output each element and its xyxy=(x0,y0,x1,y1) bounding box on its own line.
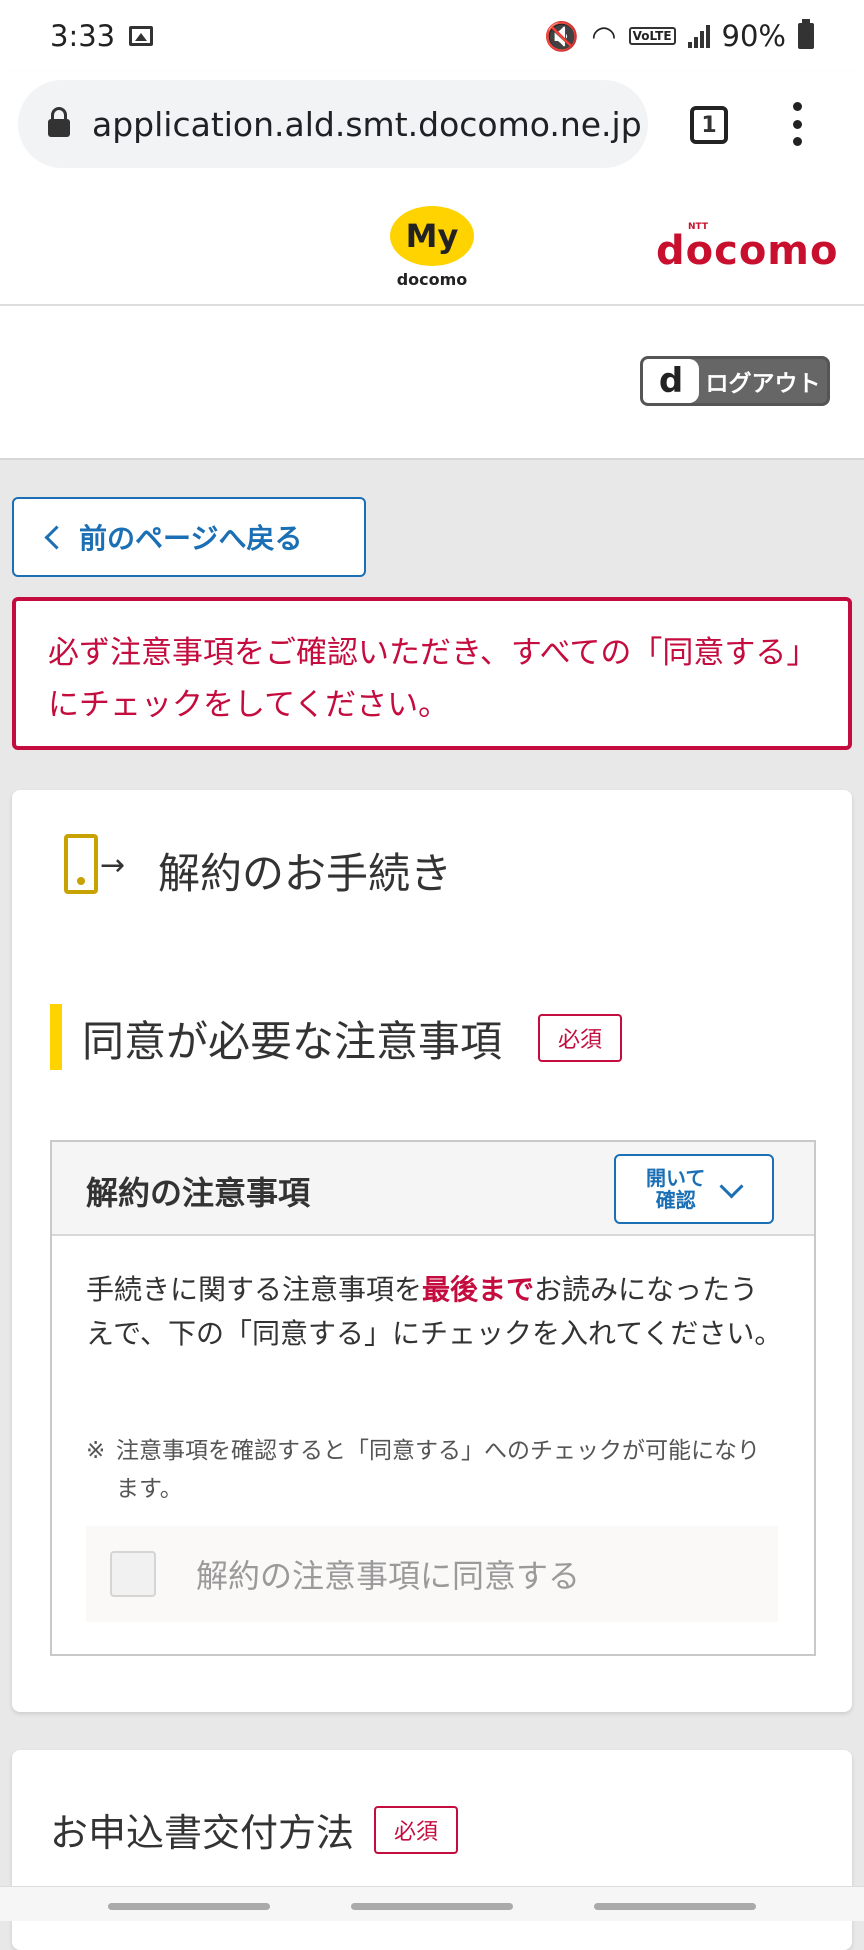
system-navigation-bar xyxy=(0,1886,864,1921)
wifi-icon: ◠ xyxy=(591,19,617,53)
notice-body-pre: 手続きに関する注意事項を xyxy=(86,1273,423,1306)
logout-label: ログアウト xyxy=(705,371,821,397)
battery-icon xyxy=(798,19,814,49)
chevron-down-icon xyxy=(719,1173,744,1199)
logout-button[interactable]: d ログアウト xyxy=(640,356,830,406)
note-text: 注意事項を確認すると「同意する」へのチェックが可能になります。 xyxy=(116,1438,760,1502)
docomo-text: docomo xyxy=(656,228,839,274)
status-left: 3:33 xyxy=(50,19,154,53)
status-bar: 3:33 🔇 ◠ VoLTE 90% xyxy=(0,0,864,72)
browser-menu-icon[interactable] xyxy=(792,102,802,146)
lock-icon xyxy=(48,107,70,137)
open-button-label: 開いて 確認 xyxy=(646,1167,705,1211)
my-logo-sub: docomo xyxy=(396,270,468,289)
notice-body: 手続きに関する注意事項を最後までお読みになったうえで、下の「同意する」にチェック… xyxy=(86,1268,786,1356)
status-right: 🔇 ◠ VoLTE 90% xyxy=(544,19,814,53)
back-button-label: 前のページへ戻る xyxy=(79,522,303,555)
mute-icon: 🔇 xyxy=(544,19,580,53)
agree-label: 解約の注意事項に同意する xyxy=(196,1557,581,1595)
my-logo-mark: My xyxy=(390,206,474,266)
notice-header: 解約の注意事項 開いて 確認 xyxy=(52,1142,814,1236)
status-time: 3:33 xyxy=(50,19,116,53)
image-notification-icon xyxy=(129,26,154,46)
chevron-left-icon xyxy=(44,524,69,550)
site-header: My docomo NTT docomo xyxy=(0,186,864,306)
notice-body-emphasis: 最後まで xyxy=(422,1273,535,1306)
back-to-previous-page-button[interactable]: 前のページへ戻る xyxy=(12,497,366,577)
required-badge-delivery: 必須 xyxy=(374,1806,458,1854)
cancellation-procedure-card: → 解約のお手続き 同意が必要な注意事項 必須 解約の注意事項 開いて 確認 手… xyxy=(12,790,852,1712)
notice-note: ※ 注意事項を確認すると「同意する」へのチェックが可能になります。 xyxy=(86,1432,776,1508)
alert-message: 必ず注意事項をご確認いただき、すべての「同意する」にチェックをしてください。 xyxy=(48,635,802,723)
nav-back-button[interactable] xyxy=(594,1903,756,1910)
delivery-method-title: お申込書交付方法 xyxy=(50,1811,355,1855)
browser-toolbar: application.ald.smt.docomo.ne.jp 1 xyxy=(0,72,864,186)
open-and-confirm-button[interactable]: 開いて 確認 xyxy=(614,1154,774,1224)
signal-icon xyxy=(687,24,710,48)
required-badge: 必須 xyxy=(538,1014,622,1062)
d-account-icon: d xyxy=(643,359,699,403)
section-title: 同意が必要な注意事項 xyxy=(82,1017,503,1066)
my-docomo-logo[interactable]: My docomo xyxy=(388,206,476,296)
open-label-line2: 確認 xyxy=(655,1188,696,1212)
tab-switcher-button[interactable]: 1 xyxy=(690,106,728,144)
note-mark: ※ xyxy=(86,1438,106,1464)
nav-home-button[interactable] xyxy=(351,1903,513,1910)
nav-recent-button[interactable] xyxy=(108,1903,270,1910)
agree-checkbox[interactable] xyxy=(110,1551,156,1597)
ntt-text: NTT xyxy=(688,222,709,232)
phone-exit-icon: → xyxy=(64,834,125,896)
address-bar[interactable]: application.ald.smt.docomo.ne.jp xyxy=(18,80,648,168)
volte-icon: VoLTE xyxy=(628,27,676,45)
account-area: d ログアウト xyxy=(0,306,864,460)
procedure-title: 解約のお手続き xyxy=(158,849,453,898)
open-label-line1: 開いて xyxy=(646,1166,706,1190)
agreement-alert: 必ず注意事項をご確認いただき、すべての「同意する」にチェックをしてください。 xyxy=(12,597,852,750)
battery-percent: 90% xyxy=(721,19,786,53)
notice-title: 解約の注意事項 xyxy=(86,1174,311,1212)
cancellation-notice-box: 解約の注意事項 開いて 確認 手続きに関する注意事項を最後までお読みになったうえ… xyxy=(50,1140,816,1656)
section-accent-bar xyxy=(50,1004,62,1070)
docomo-logo[interactable]: NTT docomo xyxy=(656,222,839,274)
url-text[interactable]: application.ald.smt.docomo.ne.jp xyxy=(92,105,642,144)
agree-checkbox-row[interactable]: 解約の注意事項に同意する xyxy=(86,1526,778,1622)
